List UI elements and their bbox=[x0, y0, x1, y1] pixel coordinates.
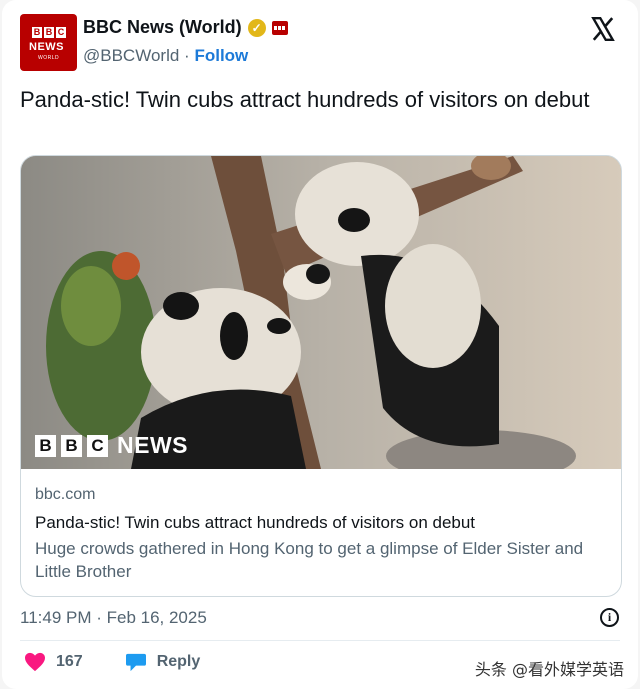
avatar[interactable]: B B C NEWS WORLD bbox=[20, 14, 77, 71]
avatar-news-text: NEWS bbox=[29, 41, 64, 53]
post-card: B B C NEWS WORLD BBC News (World) ✓ @BBC… bbox=[2, 0, 638, 689]
link-title[interactable]: Panda-stic! Twin cubs attract hundreds o… bbox=[35, 512, 610, 534]
link-domain: bbc.com bbox=[35, 486, 96, 503]
reply-button[interactable]: Reply bbox=[125, 652, 201, 672]
link-preview-card[interactable]: B B C NEWS bbc.com Panda-stic! Twin cubs… bbox=[20, 155, 622, 597]
article-image[interactable]: B B C NEWS bbox=[21, 156, 621, 469]
link-card-text: bbc.com Panda-stic! Twin cubs attract hu… bbox=[35, 486, 610, 583]
image-logo-word: NEWS bbox=[117, 432, 188, 458]
handle-separator: · bbox=[184, 46, 190, 65]
divider bbox=[20, 640, 620, 641]
action-bar: 167 Reply bbox=[24, 652, 200, 672]
verified-badge-icon: ✓ bbox=[247, 18, 266, 37]
avatar-world-text: WORLD bbox=[38, 55, 60, 61]
handle-row: @BBCWorld · Follow bbox=[83, 46, 248, 66]
x-logo-icon[interactable] bbox=[590, 16, 616, 42]
handle[interactable]: @BBCWorld bbox=[83, 46, 179, 65]
reply-icon bbox=[125, 653, 146, 672]
avatar-letter: C bbox=[56, 27, 66, 38]
source-watermark: 头条 @看外媒学英语 bbox=[474, 660, 624, 679]
follow-button[interactable]: Follow bbox=[194, 46, 248, 65]
link-description: Huge crowds gathered in Hong Kong to get… bbox=[35, 539, 584, 581]
post-text: Panda-stic! Twin cubs attract hundreds o… bbox=[20, 87, 590, 112]
bbc-news-image-logo: B B C NEWS bbox=[35, 432, 188, 459]
affiliate-badge-icon[interactable] bbox=[271, 20, 288, 35]
image-logo-letter: B bbox=[61, 434, 82, 457]
avatar-letter: B bbox=[32, 27, 42, 38]
info-icon[interactable]: i bbox=[600, 608, 619, 627]
reply-label: Reply bbox=[156, 653, 201, 670]
heart-icon bbox=[25, 652, 45, 672]
display-name[interactable]: BBC News (World) bbox=[83, 17, 242, 38]
post-header: B B C NEWS WORLD BBC News (World) ✓ @BBC… bbox=[20, 14, 622, 72]
avatar-bbc-blocks: B B C bbox=[32, 27, 66, 38]
like-count: 167 bbox=[56, 653, 83, 670]
post-timestamp[interactable]: 11:49 PM · Feb 16, 2025 bbox=[20, 608, 207, 628]
like-button[interactable]: 167 bbox=[24, 652, 83, 672]
image-logo-letter: C bbox=[87, 434, 108, 457]
image-logo-letter: B bbox=[35, 434, 56, 457]
name-row: BBC News (World) ✓ bbox=[83, 17, 288, 38]
avatar-letter: B bbox=[44, 27, 54, 38]
